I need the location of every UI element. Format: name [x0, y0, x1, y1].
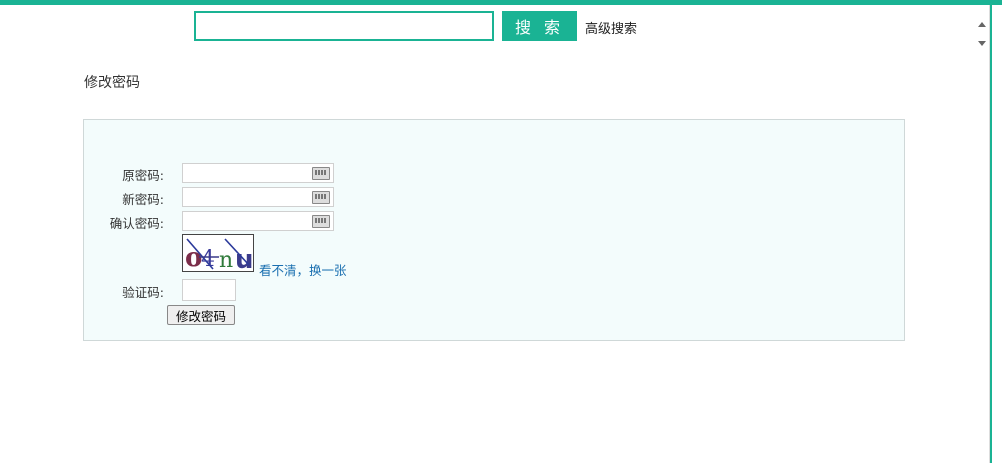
change-password-panel: 原密码: 新密码: 确认密码: o 4 n u 看不清，换一张 验证码: 修改密… [83, 119, 905, 341]
svg-text:4: 4 [201, 247, 215, 271]
captcha-image[interactable]: o 4 n u [182, 234, 254, 272]
scroll-down-icon[interactable] [978, 41, 986, 46]
search-input[interactable] [194, 11, 494, 41]
new-password-label: 新密码: [122, 192, 164, 207]
confirm-password-field[interactable] [182, 211, 334, 231]
old-password-field[interactable] [182, 163, 334, 183]
scrollbar[interactable] [989, 5, 1002, 463]
svg-text:u: u [235, 245, 253, 271]
search-button[interactable]: 搜 索 [502, 11, 577, 41]
scrollbar-track [990, 5, 992, 463]
keyboard-icon[interactable] [312, 167, 330, 180]
svg-text:n: n [219, 248, 233, 271]
page-title: 修改密码 [84, 75, 140, 91]
new-password-field[interactable] [182, 187, 334, 207]
captcha-refresh-link[interactable]: 看不清，换一张 [259, 260, 347, 279]
captcha-code-label: 验证码: [122, 285, 164, 300]
keyboard-icon[interactable] [312, 215, 330, 228]
confirm-password-label: 确认密码: [109, 216, 164, 231]
captcha-code-input[interactable] [182, 279, 236, 301]
old-password-label: 原密码: [122, 168, 164, 183]
top-accent-bar [0, 0, 1002, 5]
keyboard-icon[interactable] [312, 191, 330, 204]
change-password-button[interactable]: 修改密码 [167, 305, 235, 325]
scroll-up-icon[interactable] [978, 22, 986, 27]
advanced-search-link[interactable]: 高级搜索 [585, 18, 637, 37]
